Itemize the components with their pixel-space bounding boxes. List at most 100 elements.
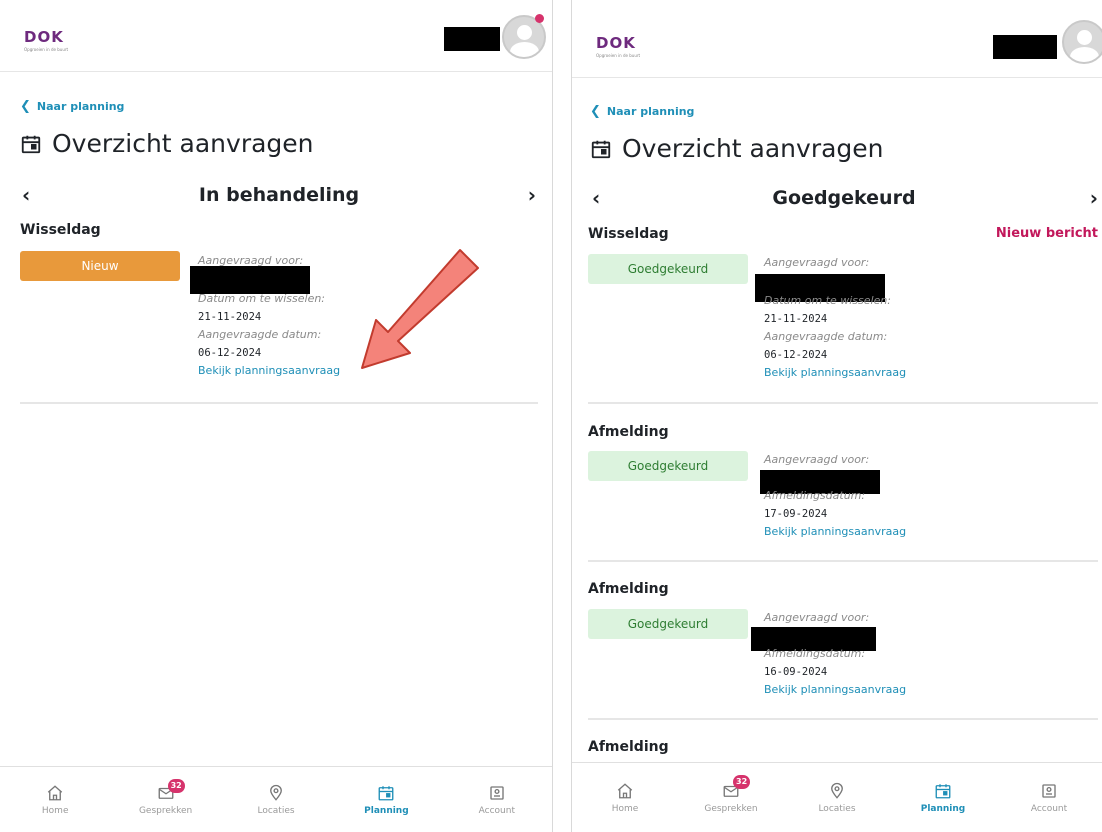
nav-item-account[interactable]: Account (442, 767, 552, 832)
nav-label: Gesprekken (704, 803, 758, 814)
nav-item-gesprekken[interactable]: 32 Gesprekken (678, 763, 784, 832)
request-type: Afmelding (588, 739, 669, 755)
nav-label: Planning (364, 805, 409, 816)
account-icon (490, 785, 504, 800)
status-badge-approved: Goedgekeurd (588, 254, 748, 284)
bottom-navigation: Home 32 Gesprekken Locaties Planning Acc… (572, 762, 1102, 832)
message-count-badge: 32 (167, 779, 185, 793)
location-pin-icon (270, 784, 282, 801)
nav-label: Locaties (818, 803, 856, 814)
calendar-icon (21, 135, 41, 153)
screen-goedgekeurd: DOK Opgroeien in de buurt ❮ Naar plannin… (572, 0, 1102, 832)
status-label: In behandeling (198, 184, 360, 206)
chevron-right-icon[interactable]: › (528, 183, 536, 207)
page-title: Overzicht aanvragen (590, 134, 884, 163)
request-card: Wisseldag Nieuw bericht Goedgekeurd Aang… (588, 226, 1098, 404)
view-planning-request-link[interactable]: Bekijk planningsaanvraag (764, 364, 906, 382)
request-details: Aangevraagd voor: Afmeldingsdatum: 17-09… (764, 451, 906, 541)
request-type: Wisseldag (20, 222, 101, 238)
swap-date-value: 21-11-2024 (198, 311, 262, 323)
requested-for-label: Aangevraagd voor: (764, 256, 870, 269)
nav-label: Locaties (257, 805, 295, 816)
bottom-navigation: Home 32 Gesprekken Locaties Planning Acc… (0, 766, 552, 832)
unsubscribe-date-label: Afmeldingsdatum: (764, 489, 866, 502)
requested-for-label: Aangevraagd voor: (764, 453, 870, 466)
nav-label: Account (478, 805, 515, 816)
app-logo[interactable]: DOK Opgroeien in de buurt (596, 34, 640, 58)
screen-in-behandeling: DOK Opgroeien in de buurt ❮ Naar plannin… (0, 0, 552, 832)
nav-label: Gesprekken (138, 805, 193, 816)
page-title-text: Overzicht aanvragen (622, 134, 884, 163)
request-card: Afmelding Goedgekeurd Aangevraagd voor: … (588, 581, 1098, 720)
app-header: DOK Opgroeien in de buurt (572, 0, 1102, 78)
redacted-user-name (993, 35, 1057, 59)
new-message-link[interactable]: Nieuw bericht (996, 226, 1098, 241)
logo-text: DOK (24, 28, 64, 46)
app-logo[interactable]: DOK Opgroeien in de buurt (24, 28, 68, 52)
back-link-label: Naar planning (606, 105, 695, 118)
page-title: Overzicht aanvragen (20, 129, 314, 158)
unsubscribe-date-label: Afmeldingsdatum: (764, 647, 866, 660)
logo-tagline: Opgroeien in de buurt (596, 53, 641, 58)
back-to-planning-link[interactable]: ❮ Naar planning (20, 99, 124, 114)
nav-item-locaties[interactable]: Locaties (221, 767, 331, 832)
location-pin-icon (831, 782, 843, 799)
request-card: Afmelding Goedgekeurd Aangevraagd voor: … (588, 424, 1098, 562)
requested-date-value: 06-12-2024 (764, 349, 828, 361)
nav-item-planning[interactable]: Planning (331, 767, 441, 832)
status-label: Goedgekeurd (772, 187, 916, 209)
annotation-arrow (361, 249, 479, 369)
nav-item-planning[interactable]: Planning (890, 763, 996, 832)
status-badge-approved: Goedgekeurd (588, 451, 748, 481)
request-details: Aangevraagd voor: Datum om te wisselen: … (198, 252, 340, 380)
nav-label: Home (41, 805, 69, 816)
status-badge-approved: Goedgekeurd (588, 609, 748, 639)
nav-item-home[interactable]: Home (572, 763, 678, 832)
chevron-left-icon: ❮ (590, 104, 601, 119)
nav-label: Account (1030, 803, 1068, 814)
requested-for-label: Aangevraagd voor: (198, 254, 304, 267)
calendar-icon (378, 785, 394, 800)
status-badge-new: Nieuw (20, 251, 180, 281)
view-planning-request-link[interactable]: Bekijk planningsaanvraag (764, 681, 906, 699)
status-switcher: ‹ Goedgekeurd › (590, 186, 1098, 216)
nav-label: Planning (920, 803, 966, 814)
request-type: Wisseldag (588, 226, 669, 242)
chevron-left-icon: ❮ (20, 99, 31, 114)
nav-item-gesprekken[interactable]: 32 Gesprekken (110, 767, 220, 832)
calendar-icon (591, 140, 611, 158)
back-link-label: Naar planning (36, 100, 125, 113)
message-count-badge: 32 (733, 775, 751, 789)
home-icon (48, 784, 63, 800)
request-type: Afmelding (588, 424, 669, 440)
nav-item-account[interactable]: Account (996, 763, 1102, 832)
chevron-right-icon[interactable]: › (1090, 186, 1098, 210)
requested-for-label: Aangevraagd voor: (764, 611, 870, 624)
calendar-icon (935, 783, 951, 798)
account-icon (1042, 783, 1056, 798)
view-planning-request-link[interactable]: Bekijk planningsaanvraag (198, 362, 340, 380)
redacted-user-name (444, 27, 500, 51)
swap-date-label: Datum om te wisselen: (764, 294, 892, 307)
requested-date-value: 06-12-2024 (198, 347, 262, 359)
logo-text: DOK (596, 34, 636, 52)
page-title-text: Overzicht aanvragen (52, 129, 314, 158)
nav-label: Home (611, 803, 639, 814)
back-to-planning-link[interactable]: ❮ Naar planning (590, 104, 694, 119)
app-header: DOK Opgroeien in de buurt (0, 0, 552, 72)
requested-date-label: Aangevraagde datum: (764, 330, 888, 343)
unsubscribe-date-value: 17-09-2024 (764, 508, 828, 520)
nav-item-home[interactable]: Home (0, 767, 110, 832)
unsubscribe-date-value: 16-09-2024 (764, 666, 828, 678)
avatar[interactable] (1062, 20, 1102, 64)
nav-item-locaties[interactable]: Locaties (784, 763, 890, 832)
screen-divider (552, 0, 553, 832)
swap-date-label: Datum om te wisselen: (198, 292, 326, 305)
logo-tagline: Opgroeien in de buurt (24, 47, 69, 52)
request-details: Aangevraagd voor: Afmeldingsdatum: 16-09… (764, 609, 906, 699)
request-details: Aangevraagd voor: Datum om te wisselen: … (764, 254, 906, 382)
notification-dot (535, 14, 544, 23)
home-icon (617, 782, 633, 798)
request-type: Afmelding (588, 581, 669, 597)
view-planning-request-link[interactable]: Bekijk planningsaanvraag (764, 523, 906, 541)
